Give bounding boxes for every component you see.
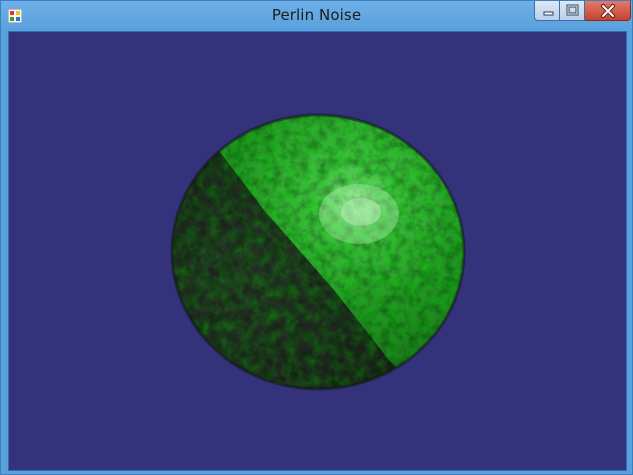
app-window: Perlin Noise — [0, 0, 633, 475]
minimize-icon — [543, 11, 554, 16]
minimize-button[interactable] — [534, 1, 560, 21]
title-bar[interactable]: Perlin Noise — [1, 1, 632, 30]
close-icon — [601, 4, 615, 18]
render-viewport[interactable] — [8, 31, 627, 471]
maximize-icon — [566, 4, 579, 16]
perlin-noise-sphere — [170, 113, 466, 391]
maximize-button[interactable] — [560, 1, 585, 21]
close-button[interactable] — [585, 1, 631, 21]
